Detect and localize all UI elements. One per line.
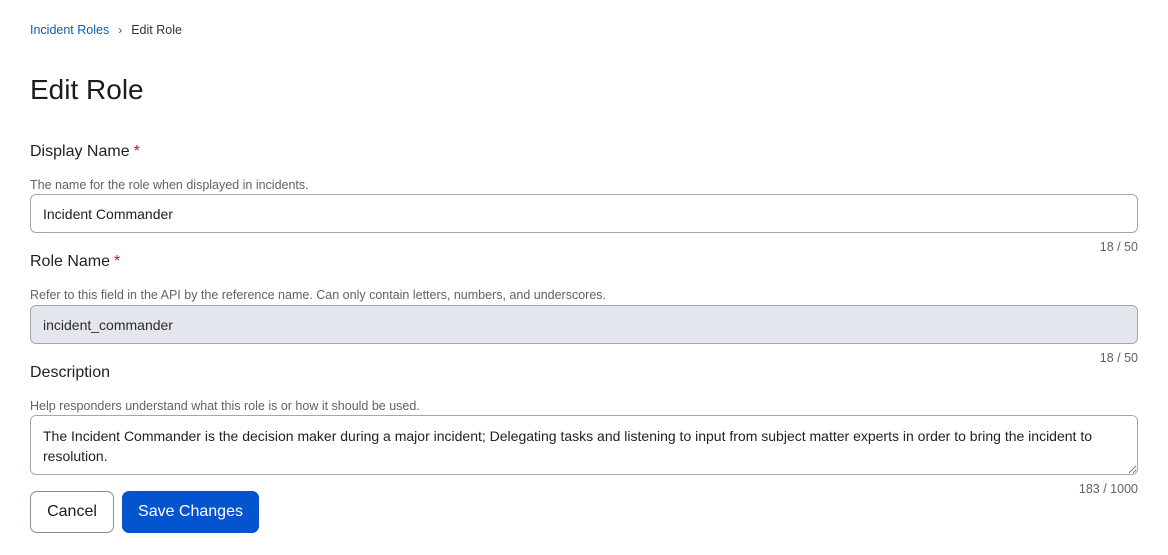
display-name-help: The name for the role when displayed in … — [30, 178, 309, 192]
display-name-counter: 18 / 50 — [1099, 240, 1138, 254]
breadcrumb: Incident Roles › Edit Role — [30, 22, 182, 38]
role-name-label: Role Name * — [30, 252, 120, 272]
page-title: Edit Role — [30, 74, 144, 105]
role-name-help: Refer to this field in the API by the re… — [30, 288, 607, 302]
display-name-label: Display Name * — [30, 142, 140, 162]
role-name-label-text: Role Name — [30, 253, 111, 270]
breadcrumb-chevron-icon: › — [118, 23, 123, 37]
role-name-counter: 18 / 50 — [1099, 351, 1138, 365]
save-changes-button[interactable]: Save Changes — [122, 491, 259, 533]
cancel-button[interactable]: Cancel — [30, 491, 114, 533]
breadcrumb-current: Edit Role — [131, 23, 182, 37]
description-label: Description — [30, 363, 110, 383]
description-help: Help responders understand what this rol… — [30, 399, 420, 413]
required-asterisk: * — [133, 143, 140, 160]
display-name-label-text: Display Name — [30, 143, 130, 160]
description-label-text: Description — [30, 364, 111, 381]
description-counter: 183 / 1000 — [1078, 482, 1138, 496]
edit-role-page: Incident Roles › Edit Role Edit Role Dis… — [0, 0, 1168, 555]
display-name-input[interactable] — [30, 194, 1138, 233]
description-textarea[interactable]: The Incident Commander is the decision m… — [30, 415, 1138, 475]
role-name-input — [30, 305, 1138, 344]
breadcrumb-incident-roles-link[interactable]: Incident Roles — [30, 22, 109, 38]
required-asterisk: * — [114, 253, 121, 270]
